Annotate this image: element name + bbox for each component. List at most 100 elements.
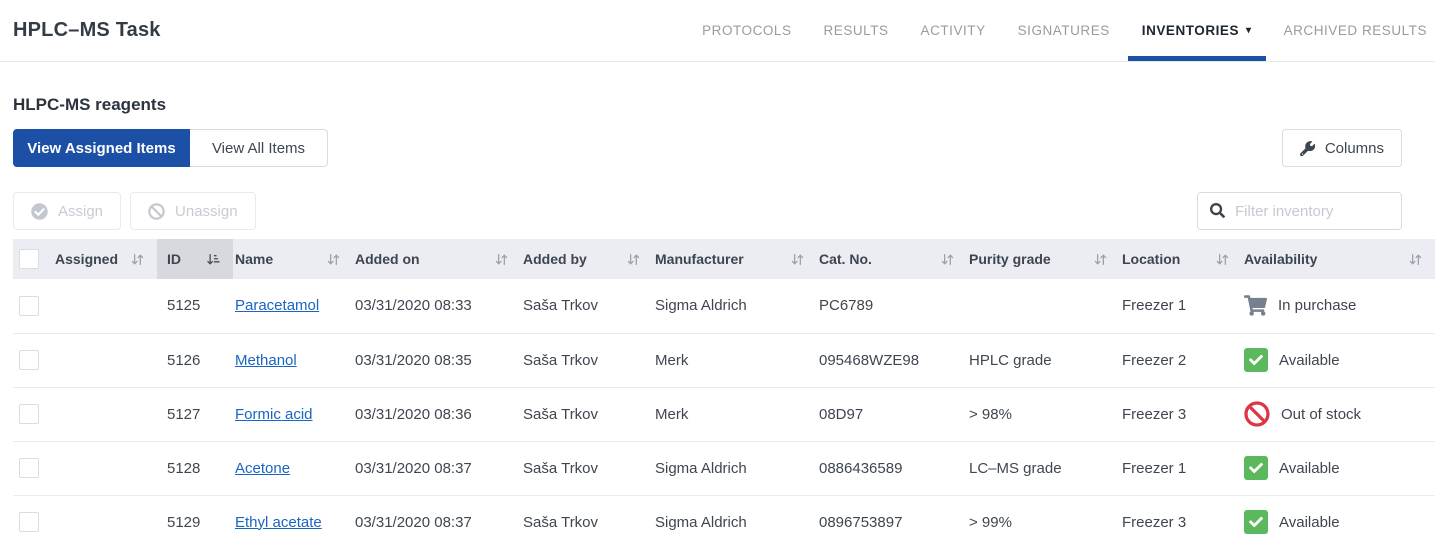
column-header-availability[interactable]: Availability bbox=[1242, 239, 1435, 279]
added-on-cell: 03/31/2020 08:33 bbox=[353, 279, 521, 334]
unassign-button[interactable]: Unassign bbox=[130, 192, 256, 230]
tab-archived-results[interactable]: ARCHIVED RESULTS bbox=[1284, 0, 1427, 61]
manufacturer-cell: Sigma Aldrich bbox=[653, 441, 817, 496]
column-header-added-by[interactable]: Added by bbox=[521, 239, 653, 279]
name-cell: Paracetamol bbox=[233, 279, 353, 334]
sort-icon bbox=[1408, 252, 1423, 267]
column-header-purity-grade[interactable]: Purity grade bbox=[967, 239, 1120, 279]
availability-text: In purchase bbox=[1278, 297, 1357, 315]
item-name-link[interactable]: Acetone bbox=[235, 460, 290, 477]
table-row: 5125 Paracetamol 03/31/2020 08:33 Saša T… bbox=[13, 279, 1435, 334]
tab-results[interactable]: RESULTS bbox=[824, 0, 889, 61]
row-select-cell bbox=[13, 279, 53, 334]
column-header-assigned[interactable]: Assigned bbox=[53, 239, 157, 279]
sort-icon bbox=[130, 252, 145, 267]
availability-cell: Available bbox=[1242, 333, 1435, 388]
availability-cell: In purchase bbox=[1242, 279, 1435, 334]
table-header-row: Assigned ID Name Added on Added by Manuf… bbox=[13, 239, 1435, 279]
location-cell: Freezer 1 bbox=[1120, 441, 1242, 496]
row-checkbox[interactable] bbox=[19, 458, 39, 478]
assign-actions: Assign Unassign bbox=[13, 192, 256, 230]
name-cell: Formic acid bbox=[233, 387, 353, 442]
view-all-items-button[interactable]: View All Items bbox=[190, 129, 328, 167]
assigned-cell bbox=[53, 495, 157, 544]
item-name-link[interactable]: Methanol bbox=[235, 352, 297, 369]
column-header-name[interactable]: Name bbox=[233, 239, 353, 279]
available-check-icon bbox=[1244, 456, 1268, 480]
actions-toolbar: Assign Unassign bbox=[13, 192, 1402, 230]
tab-protocols[interactable]: PROTOCOLS bbox=[702, 0, 791, 61]
purity-grade-cell bbox=[967, 279, 1120, 334]
nav-tabs: PROTOCOLS RESULTS ACTIVITY SIGNATURES IN… bbox=[702, 0, 1427, 61]
view-toggle-group: View Assigned Items View All Items bbox=[13, 129, 328, 167]
tab-signatures[interactable]: SIGNATURES bbox=[1018, 0, 1110, 61]
item-name-link[interactable]: Paracetamol bbox=[235, 297, 319, 314]
cat-no-cell: 08D97 bbox=[817, 387, 967, 442]
sort-icon bbox=[626, 252, 641, 267]
sort-icon bbox=[326, 252, 341, 267]
sort-icon bbox=[494, 252, 509, 267]
id-cell: 5127 bbox=[157, 387, 233, 442]
inventory-table-wrap: Assigned ID Name Added on Added by Manuf… bbox=[13, 239, 1435, 544]
id-cell: 5126 bbox=[157, 333, 233, 388]
id-cell: 5128 bbox=[157, 441, 233, 496]
inventory-section-title: HLPC-MS reagents bbox=[13, 95, 167, 114]
tab-inventories[interactable]: INVENTORIES ▾ bbox=[1127, 0, 1266, 61]
inventory-table-body: 5125 Paracetamol 03/31/2020 08:33 Saša T… bbox=[13, 279, 1435, 544]
sort-ascending-icon bbox=[206, 252, 221, 267]
column-header-manufacturer[interactable]: Manufacturer bbox=[653, 239, 817, 279]
cat-no-cell: 095468WZE98 bbox=[817, 333, 967, 388]
check-circle-icon bbox=[31, 203, 48, 220]
availability-text: Available bbox=[1279, 459, 1340, 477]
assigned-cell bbox=[53, 279, 157, 334]
columns-button[interactable]: Columns bbox=[1281, 129, 1402, 167]
item-name-link[interactable]: Formic acid bbox=[235, 406, 313, 423]
shopping-cart-icon bbox=[1244, 294, 1267, 317]
table-row: 5126 Methanol 03/31/2020 08:35 Saša Trko… bbox=[13, 333, 1435, 388]
manufacturer-cell: Merk bbox=[653, 387, 817, 442]
search-icon bbox=[1210, 203, 1225, 218]
row-checkbox[interactable] bbox=[19, 512, 39, 532]
available-check-icon bbox=[1244, 510, 1268, 534]
select-all-checkbox[interactable] bbox=[19, 249, 39, 269]
row-select-cell bbox=[13, 333, 53, 388]
location-cell: Freezer 1 bbox=[1120, 279, 1242, 334]
sort-icon bbox=[1093, 252, 1108, 267]
ban-icon bbox=[148, 203, 165, 220]
added-on-cell: 03/31/2020 08:37 bbox=[353, 495, 521, 544]
added-on-cell: 03/31/2020 08:37 bbox=[353, 441, 521, 496]
table-row: 5129 Ethyl acetate 03/31/2020 08:37 Saša… bbox=[13, 495, 1435, 544]
item-name-link[interactable]: Ethyl acetate bbox=[235, 514, 322, 531]
available-check-icon bbox=[1244, 348, 1268, 372]
assign-button[interactable]: Assign bbox=[13, 192, 122, 230]
sort-icon bbox=[790, 252, 805, 267]
row-checkbox[interactable] bbox=[19, 350, 39, 370]
filter-inventory bbox=[1197, 192, 1402, 230]
inventory-content: HLPC-MS reagents View Assigned Items Vie… bbox=[0, 95, 1435, 544]
added-by-cell: Saša Trkov bbox=[521, 441, 653, 496]
availability-cell: Available bbox=[1242, 495, 1435, 544]
row-checkbox[interactable] bbox=[19, 295, 39, 316]
row-checkbox[interactable] bbox=[19, 404, 39, 424]
assigned-cell bbox=[53, 333, 157, 388]
manufacturer-cell: Merk bbox=[653, 333, 817, 388]
purity-grade-cell: > 99% bbox=[967, 495, 1120, 544]
column-header-id[interactable]: ID bbox=[157, 239, 233, 279]
table-row: 5128 Acetone 03/31/2020 08:37 Saša Trkov… bbox=[13, 441, 1435, 496]
added-by-cell: Saša Trkov bbox=[521, 495, 653, 544]
name-cell: Methanol bbox=[233, 333, 353, 388]
inventory-table: Assigned ID Name Added on Added by Manuf… bbox=[13, 239, 1435, 544]
assign-button-label: Assign bbox=[58, 202, 104, 220]
view-assigned-items-button[interactable]: View Assigned Items bbox=[13, 129, 190, 167]
assigned-cell bbox=[53, 387, 157, 442]
top-navigation-bar: HPLC–MS Task PROTOCOLS RESULTS ACTIVITY … bbox=[0, 0, 1435, 62]
filter-inventory-input[interactable] bbox=[1197, 192, 1402, 230]
column-header-location[interactable]: Location bbox=[1120, 239, 1242, 279]
column-header-cat-no[interactable]: Cat. No. bbox=[817, 239, 967, 279]
column-header-added-on[interactable]: Added on bbox=[353, 239, 521, 279]
columns-button-label: Columns bbox=[1324, 139, 1384, 157]
caret-down-icon: ▾ bbox=[1246, 25, 1252, 36]
added-by-cell: Saša Trkov bbox=[521, 279, 653, 334]
added-by-cell: Saša Trkov bbox=[521, 387, 653, 442]
tab-activity[interactable]: ACTIVITY bbox=[921, 0, 986, 61]
